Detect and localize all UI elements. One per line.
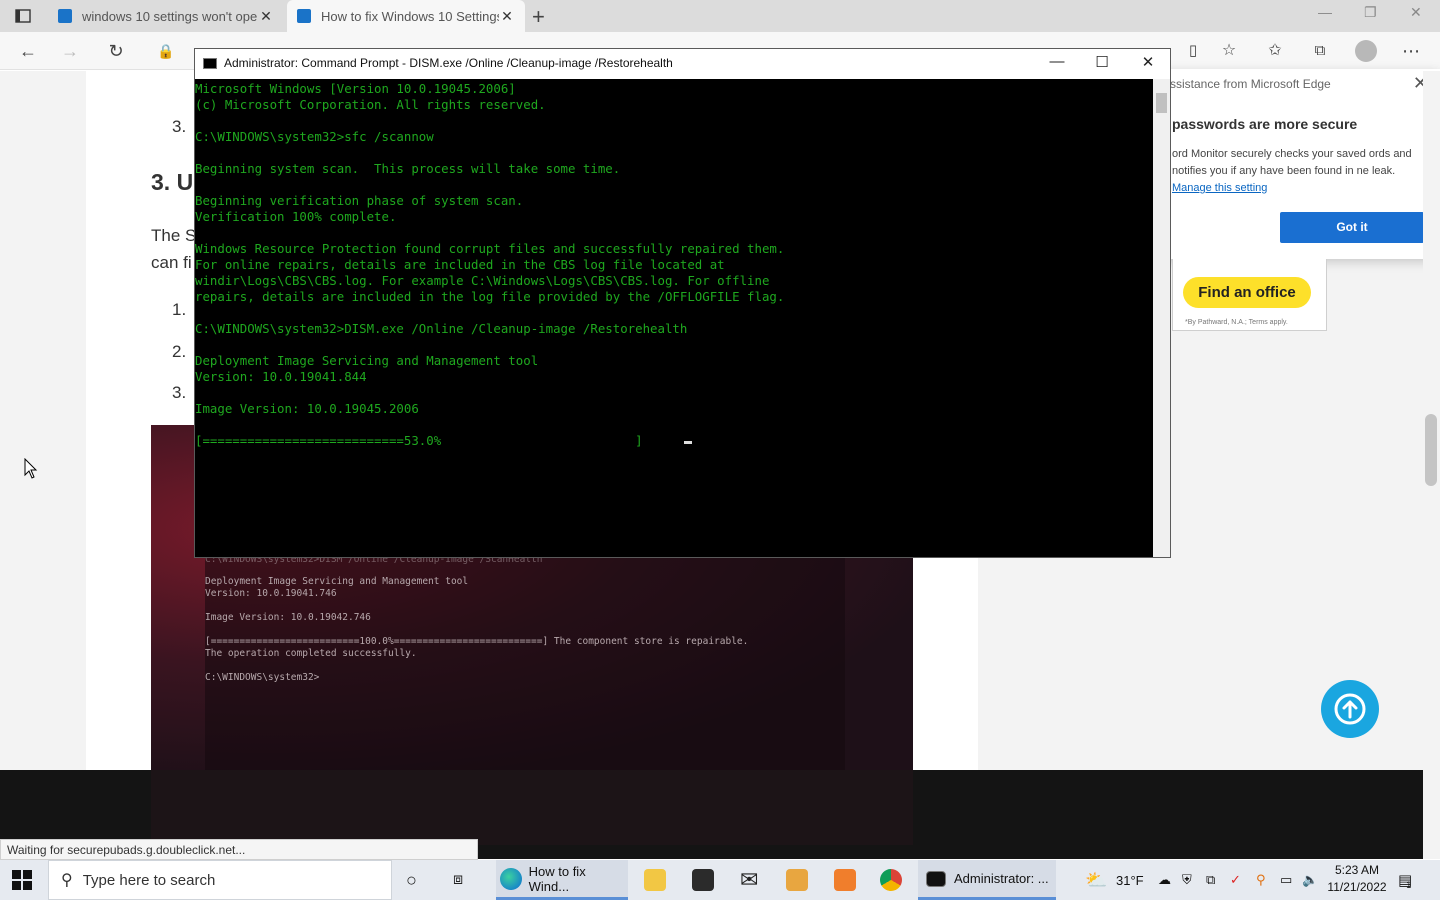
notification-center-icon[interactable]: ▤ 1	[1398, 860, 1412, 900]
command-prompt-window[interactable]: Administrator: Command Prompt - DISM.exe…	[194, 48, 1171, 558]
list-number: 3.	[172, 117, 187, 136]
clock-time: 5:23 AM	[1334, 863, 1380, 877]
cmd-taskbar-icon	[926, 870, 946, 887]
tab-windows-settings-search[interactable]: windows 10 settings won't open ✕	[48, 0, 284, 32]
scroll-to-top-button[interactable]	[1321, 680, 1379, 738]
search-placeholder: Type here to search	[82, 871, 216, 889]
cmd-maximize-icon[interactable]: ☐	[1087, 53, 1117, 71]
temperature[interactable]: 31°F	[1116, 860, 1144, 900]
close-tab-icon[interactable]: ✕	[499, 8, 515, 25]
close-tab-icon[interactable]: ✕	[258, 8, 274, 25]
close-window-icon[interactable]: ✕	[1410, 4, 1422, 21]
new-tab-button[interactable]: +	[532, 4, 545, 30]
collections-icon[interactable]: ⧉	[1309, 40, 1331, 62]
list-number: 1.	[172, 300, 187, 319]
taskbar-edge[interactable]: How to fix Wind...	[496, 860, 628, 900]
arrow-up-icon	[1334, 693, 1366, 725]
image-text: [==========================100.0%=======…	[205, 636, 749, 647]
edge-icon	[500, 867, 522, 890]
ad-fine-print: *By Pathward, N.A.; Terms apply.	[1185, 319, 1288, 326]
image-bottom	[151, 770, 913, 845]
store-icon[interactable]	[692, 860, 714, 900]
antivirus-icon[interactable]: ✓	[1230, 860, 1241, 900]
refresh-icon[interactable]: ↻	[105, 40, 127, 62]
cortana-icon[interactable]: ○	[406, 860, 417, 900]
section-heading: 3. U	[151, 169, 194, 195]
paragraph-line: can fi	[151, 253, 192, 272]
notification-header: ssistance from Microsoft Edge	[1170, 77, 1331, 91]
status-bar: Waiting for securepubads.g.doubleclick.n…	[0, 839, 478, 860]
find-office-button[interactable]: Find an office	[1183, 277, 1311, 308]
weather-icon[interactable]: ⛅	[1085, 860, 1107, 900]
list-number: 2.	[172, 342, 187, 361]
tab-title: windows 10 settings won't open	[82, 8, 258, 24]
search-tray-icon[interactable]: ⚲	[1256, 860, 1266, 900]
task-view-icon[interactable]: ⧈	[453, 860, 463, 900]
mouse-pointer-icon	[24, 458, 38, 479]
image-text: The operation completed successfully.	[205, 648, 417, 659]
paint-app-icon[interactable]	[834, 860, 856, 900]
notification-count: 1	[1406, 880, 1412, 890]
cmd-minimize-icon[interactable]: —	[1042, 53, 1072, 70]
clock-date: 11/21/2022	[1327, 880, 1387, 894]
taskbar-cmd-label: Administrator: ...	[954, 871, 1049, 886]
taskbar-cmd[interactable]: Administrator: ...	[918, 860, 1056, 900]
start-button[interactable]	[12, 860, 32, 900]
taskbar: ⚲ Type here to search ○ ⧈ How to fix Win…	[0, 860, 1440, 900]
network-icon[interactable]: ▭	[1280, 860, 1292, 900]
file-explorer-icon[interactable]	[644, 860, 666, 900]
page-scrollbar-thumb[interactable]	[1425, 414, 1437, 486]
chrome-icon[interactable]	[880, 860, 902, 900]
cmd-close-icon[interactable]: ✕	[1133, 53, 1163, 71]
bing-favicon-icon	[58, 9, 72, 23]
tab-strip: windows 10 settings won't open ✕ How to …	[0, 0, 1440, 32]
edge-password-notification: ssistance from Microsoft Edge ✕ password…	[1160, 69, 1440, 259]
lock-icon[interactable]: 🔒	[155, 40, 177, 62]
restore-icon[interactable]: ❐	[1364, 4, 1377, 21]
cmd-title-bar[interactable]: Administrator: Command Prompt - DISM.exe…	[195, 49, 1170, 79]
tab-how-to-fix[interactable]: How to fix Windows 10 Settings ✕	[287, 0, 525, 32]
mail-icon[interactable]: ✉	[740, 860, 758, 900]
console-output: Microsoft Windows [Version 10.0.19045.20…	[195, 81, 785, 448]
tab-actions-icon[interactable]	[8, 6, 38, 26]
image-text: Image Version: 10.0.19042.746	[205, 612, 371, 623]
ad-banner[interactable]: Find an office *By Pathward, N.A.; Terms…	[1172, 259, 1327, 331]
cmd-title: Administrator: Command Prompt - DISM.exe…	[224, 56, 673, 70]
text-cursor	[684, 441, 692, 444]
favorites-icon[interactable]: ✩	[1264, 40, 1286, 62]
image-text: C:\WINDOWS\system32>	[205, 672, 320, 683]
cmd-scrollbar-thumb[interactable]	[1156, 93, 1167, 113]
paragraph-line: The S	[151, 226, 197, 245]
image-text: Version: 10.0.19041.746	[205, 588, 337, 599]
volume-icon[interactable]: 🔈	[1302, 860, 1318, 900]
back-icon[interactable]: ←	[17, 40, 39, 62]
tab-title: How to fix Windows 10 Settings	[321, 8, 499, 24]
search-icon: ⚲	[61, 872, 73, 889]
notification-body-text: ord Monitor securely checks your saved o…	[1172, 148, 1412, 177]
media-app-icon[interactable]	[786, 860, 808, 900]
image-text: Deployment Image Servicing and Managemen…	[205, 576, 469, 587]
taskbar-edge-label: How to fix Wind...	[528, 863, 586, 894]
cmd-console[interactable]: Microsoft Windows [Version 10.0.19045.20…	[195, 79, 1155, 557]
app-tray-icon[interactable]: ⧉	[1206, 860, 1215, 900]
security-icon[interactable]: ⛨	[1182, 860, 1192, 900]
reader-view-icon[interactable]: ▯	[1182, 40, 1204, 62]
taskbar-search[interactable]: ⚲ Type here to search	[48, 860, 392, 900]
cmd-icon	[203, 58, 217, 69]
got-it-button[interactable]: Got it	[1280, 212, 1424, 243]
cmd-scrollbar[interactable]	[1153, 79, 1170, 557]
notification-body: ord Monitor securely checks your saved o…	[1172, 146, 1432, 197]
forward-icon[interactable]: →	[59, 40, 81, 62]
profile-avatar[interactable]	[1355, 40, 1377, 62]
windows-logo-icon	[12, 870, 32, 890]
manage-setting-link[interactable]: Manage this setting	[1172, 182, 1267, 194]
notification-title: passwords are more secure	[1172, 116, 1358, 132]
list-number: 3.	[172, 383, 187, 402]
site-favicon-icon	[297, 9, 311, 23]
minimize-icon[interactable]: —	[1318, 4, 1332, 20]
clock[interactable]: 5:23 AM 11/21/2022	[1322, 862, 1392, 896]
more-menu-icon[interactable]: ⋯	[1400, 40, 1422, 62]
onedrive-icon[interactable]: ☁	[1158, 860, 1171, 900]
add-favorite-icon[interactable]: ☆	[1218, 40, 1240, 62]
